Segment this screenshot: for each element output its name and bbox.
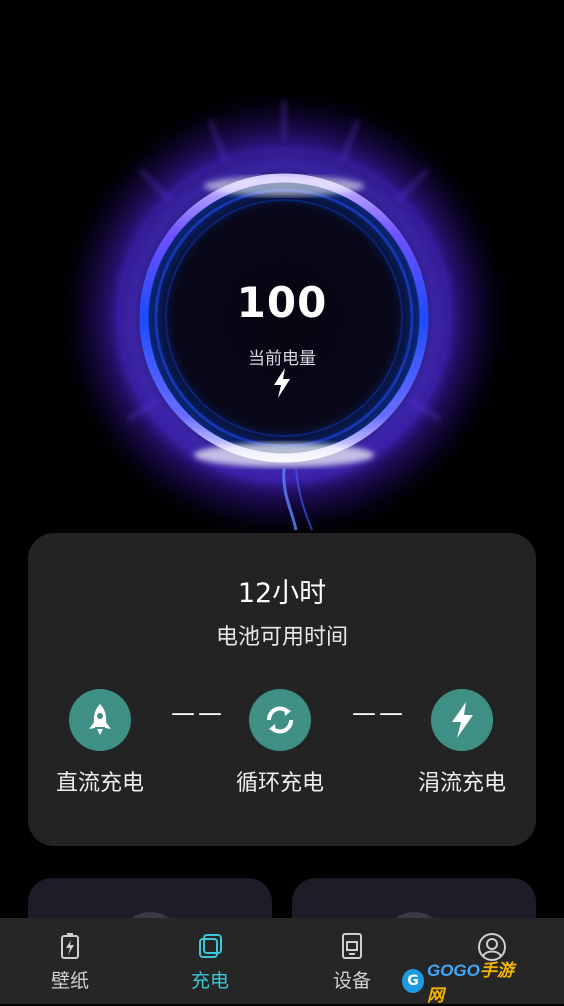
rocket-icon <box>89 704 111 735</box>
mode-label: 涓流充电 <box>417 771 506 796</box>
charging-bolt-icon <box>274 368 290 398</box>
tab-label: 壁纸 <box>50 970 89 992</box>
mode-label: 直流充电 <box>55 771 144 796</box>
mode-direct-charge[interactable]: 直流充电 <box>40 689 160 797</box>
battery-level-label: 当前电量 <box>248 349 316 369</box>
tab-label: 充电 <box>190 970 229 992</box>
mode-connector: —— <box>352 699 406 727</box>
watermark-logo-icon: G <box>402 969 424 993</box>
battery-icon <box>61 933 79 959</box>
mode-label: 循环充电 <box>235 771 324 796</box>
battery-time-value: 12小时 <box>237 578 327 609</box>
mode-connector: —— <box>171 699 225 727</box>
watermark-text: GOGO手游网 <box>426 961 514 1005</box>
lightning-icon <box>452 702 473 738</box>
watermark: G GOGO手游网 <box>402 961 522 1005</box>
layers-icon <box>199 934 222 958</box>
battery-time-label: 电池可用时间 <box>215 625 348 650</box>
tab-label: 设备 <box>332 970 371 992</box>
tab-wallpaper[interactable]: 壁纸 <box>20 932 120 993</box>
device-icon <box>342 933 362 959</box>
cycle-icon <box>267 706 293 734</box>
mode-cycle-charge[interactable]: 循环充电 <box>220 689 340 797</box>
mode-trickle-charge[interactable]: 涓流充电 <box>402 689 522 797</box>
tab-device[interactable]: 设备 <box>302 932 402 993</box>
battery-info-card: 12小时 电池可用时间 直流充电 —— 循环充电 —— 涓流充电 <box>28 533 536 846</box>
battery-level: 100 <box>236 278 328 327</box>
glow-ring-graphic <box>54 85 514 540</box>
tab-charging[interactable]: 充电 <box>160 932 260 993</box>
charging-animation: 100 当前电量 <box>0 0 564 540</box>
